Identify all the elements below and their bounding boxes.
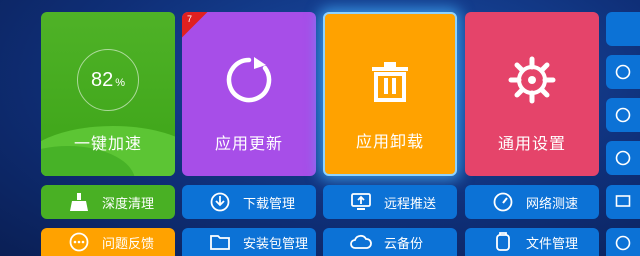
- update-count-ribbon: [182, 12, 208, 38]
- edge-tile[interactable]: [606, 141, 640, 175]
- remote-push-button[interactable]: 远程推送: [323, 185, 457, 219]
- file-manager-button[interactable]: 文件管理: [465, 228, 599, 256]
- circle-icon: [615, 235, 631, 251]
- trash-icon: [325, 42, 455, 122]
- app-uninstall-tile[interactable]: 应用卸载: [323, 12, 457, 176]
- general-settings-label: 通用设置: [497, 136, 566, 153]
- app-update-tile[interactable]: 7 应用更新: [182, 12, 316, 176]
- network-speed-test-button[interactable]: 网络测速: [465, 185, 599, 219]
- deep-clean-label: 深度清理: [102, 195, 155, 211]
- cloud-icon: [350, 231, 372, 253]
- edge-tile[interactable]: [606, 98, 640, 132]
- edge-tile[interactable]: [606, 12, 640, 46]
- refresh-icon: [182, 40, 316, 120]
- memory-usage-ring: 82%: [41, 40, 175, 120]
- edge-tile[interactable]: [606, 185, 640, 219]
- broom-icon: [68, 191, 90, 213]
- download-icon: [209, 191, 231, 213]
- cloud-backup-label: 云备份: [384, 235, 424, 251]
- download-manager-label: 下载管理: [243, 195, 296, 211]
- speed-up-label: 一键加速: [73, 136, 142, 153]
- percent-sign: %: [115, 76, 126, 89]
- cloud-backup-button[interactable]: 云备份: [323, 228, 457, 256]
- circle-icon: [615, 107, 631, 123]
- remote-push-label: 远程推送: [384, 195, 437, 211]
- circle-icon: [615, 64, 631, 80]
- memory-percent: 82: [90, 68, 114, 91]
- monitor-icon: [615, 195, 631, 207]
- package-manager-label: 安装包管理: [243, 235, 309, 251]
- file-manager-label: 文件管理: [526, 235, 579, 251]
- feedback-button[interactable]: 问题反馈: [41, 228, 175, 256]
- general-settings-tile[interactable]: 通用设置: [465, 12, 599, 176]
- edge-tile[interactable]: [606, 228, 640, 256]
- gear-icon: [465, 40, 599, 120]
- download-manager-button[interactable]: 下载管理: [182, 185, 316, 219]
- package-manager-button[interactable]: 安装包管理: [182, 228, 316, 256]
- feedback-label: 问题反馈: [102, 235, 155, 251]
- feedback-icon: [68, 231, 90, 253]
- deep-clean-button[interactable]: 深度清理: [41, 185, 175, 219]
- file-icon: [492, 231, 514, 253]
- speed-up-tile[interactable]: 82% 一键加速: [41, 12, 175, 176]
- edge-tile[interactable]: [606, 55, 640, 89]
- app-uninstall-label: 应用卸载: [355, 134, 424, 151]
- remote-push-icon: [350, 191, 372, 213]
- speedometer-icon: [492, 191, 514, 213]
- circle-icon: [615, 150, 631, 166]
- network-speed-test-label: 网络测速: [526, 195, 579, 211]
- update-count-badge: 7: [187, 14, 193, 24]
- app-update-label: 应用更新: [214, 136, 283, 153]
- folder-icon: [209, 231, 231, 253]
